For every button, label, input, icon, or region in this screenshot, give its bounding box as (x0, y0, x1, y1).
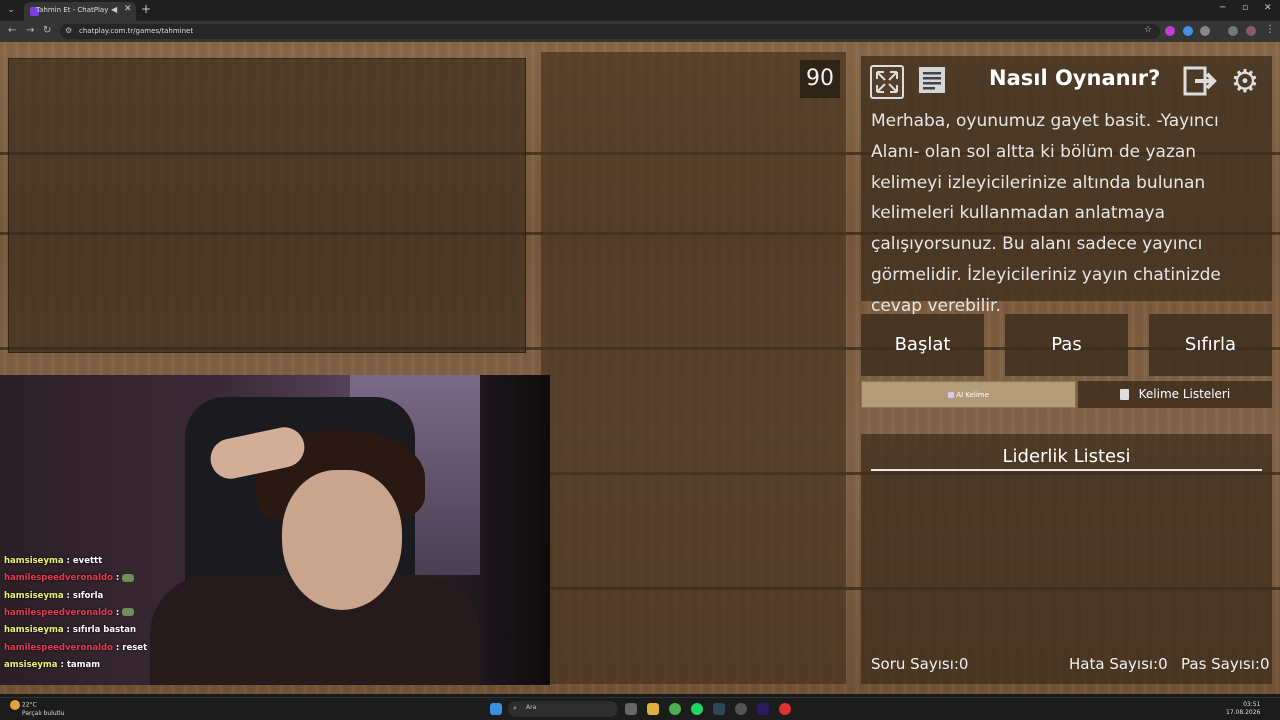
maximize-icon[interactable]: ▫ (1242, 3, 1248, 13)
extension-icon[interactable] (1165, 26, 1175, 36)
howto-text: Merhaba, oyunumuz gayet basit. -Yayıncı … (871, 111, 1221, 316)
tab-title: Tahmin Et - ChatPlay (36, 6, 109, 14)
chat-username: amsiseyma (4, 659, 58, 670)
url-input[interactable]: ⚙ chatplay.com.tr/games/tahminet ☆ (60, 24, 1160, 39)
windows-taskbar: 22°C Parçalı bulutlu ⌕ Ara 03:51 17.08.2… (0, 697, 1280, 720)
leaderboard-divider (871, 469, 1262, 471)
notepad-icon (1119, 389, 1129, 400)
forward-icon[interactable]: → (26, 25, 34, 36)
document-icon[interactable] (915, 65, 949, 99)
task-view-icon[interactable] (625, 703, 637, 715)
chat-text: : tamam (57, 659, 101, 670)
minimize-icon[interactable]: ─ (1220, 3, 1225, 13)
start-menu-icon[interactable] (490, 703, 502, 715)
chrome-icon[interactable] (669, 703, 681, 715)
close-window-icon[interactable]: ✕ (1264, 3, 1272, 13)
browser-tab[interactable]: Tahmin Et - ChatPlay ◀ ✕ (24, 2, 136, 21)
timer: 90 (800, 60, 840, 98)
bookmark-star-icon[interactable]: ☆ (1144, 25, 1152, 35)
browser-tab-bar: ⌄ Tahmin Et - ChatPlay ◀ ✕ + ─ ▫ ✕ (0, 0, 1280, 21)
chat-username: hamsiseyma (4, 556, 64, 566)
browser-menu-icon[interactable]: ⋮ (1265, 24, 1275, 35)
chat-message: hamsiseyma : sıfırla bastan (4, 625, 136, 635)
reload-icon[interactable]: ↻ (43, 25, 51, 36)
chat-message: hamsiseyma : evettt (4, 556, 102, 566)
tab-close-icon[interactable]: ✕ (124, 4, 132, 14)
chat-message: hamilespeedveronaldo : (4, 607, 135, 618)
chat-message: amsiseyma : tamam (4, 660, 100, 670)
clock-date: 17.08.2026 (1226, 709, 1261, 716)
chat-username: hamilespeedveronaldo (4, 642, 113, 653)
file-explorer-icon[interactable] (647, 703, 659, 715)
taskbar-search-input[interactable]: ⌕ Ara (508, 701, 618, 717)
chat-message: hamilespeedveronaldo : reset (4, 643, 147, 653)
ai-icon (948, 392, 955, 398)
reading-list-icon[interactable] (1228, 26, 1238, 36)
howto-title: Nasıl Oynanır? (989, 66, 1161, 90)
webcam-overlay (0, 375, 550, 685)
streamer-word-board (8, 58, 526, 353)
answers-board (541, 52, 846, 684)
question-count: Soru Sayısı:0 (871, 655, 969, 673)
obs-icon[interactable] (735, 703, 747, 715)
ai-word-label: AI Kelime (956, 391, 989, 399)
chat-message: hamilespeedveronaldo : (4, 573, 135, 584)
pass-button[interactable]: Pas (1005, 314, 1128, 376)
weather-temp: 22°C (21, 701, 37, 709)
steam-icon[interactable] (713, 703, 725, 715)
ai-word-button[interactable]: AI Kelime (861, 381, 1076, 408)
chat-text: : reset (112, 642, 148, 653)
chat-username: hamsiseyma (4, 590, 64, 601)
search-icon: ⌕ (513, 704, 517, 712)
profile-avatar[interactable] (1246, 26, 1256, 36)
exit-icon[interactable] (1183, 64, 1217, 98)
search-placeholder: Ara (526, 704, 537, 711)
clock-time: 03:51 (1243, 701, 1261, 708)
leaderboard-title: Liderlik Listesi (1002, 446, 1131, 467)
start-button[interactable]: Başlat (861, 314, 984, 376)
weather-widget[interactable]: 22°C Parçalı bulutlu (10, 700, 64, 718)
chat-text: : (112, 573, 120, 584)
browser-address-bar: ← → ↻ ⚙ chatplay.com.tr/games/tahminet ☆… (0, 21, 1280, 42)
site-info-icon[interactable]: ⚙ (65, 26, 72, 35)
system-clock[interactable]: 03:51 17.08.2026 (1226, 701, 1260, 717)
chat-text: : sıfırla bastan (63, 625, 137, 636)
url-text: chatplay.com.tr/games/tahminet (79, 27, 194, 35)
pass-count: Pas Sayısı:0 (1181, 655, 1270, 673)
weather-desc: Parçalı bulutlu (22, 710, 65, 717)
emote-icon (122, 608, 135, 617)
chat-username: hamsiseyma (4, 625, 64, 636)
expand-icon[interactable] (870, 65, 904, 99)
chat-text: : (112, 607, 120, 618)
emote-icon (122, 573, 135, 582)
streamer-face (282, 470, 402, 610)
chat-message: hamsiseyma : sıforla (4, 591, 103, 601)
reset-button[interactable]: Sıfırla (1149, 314, 1272, 376)
word-lists-button[interactable]: Kelime Listeleri (1078, 381, 1272, 408)
extension-icon[interactable] (1183, 26, 1193, 36)
gear-icon[interactable]: ⚙ (1228, 64, 1262, 98)
chat-username: hamilespeedveronaldo (4, 607, 113, 618)
word-lists-label: Kelime Listeleri (1138, 387, 1231, 401)
premiere-icon[interactable] (757, 703, 769, 715)
chat-text: : sıforla (63, 590, 104, 601)
new-tab-icon[interactable]: + (141, 2, 151, 16)
chat-text: : evettt (63, 556, 103, 566)
spotify-icon[interactable] (691, 703, 703, 715)
leaderboard-panel (861, 434, 1272, 684)
chat-username: hamilespeedveronaldo (4, 573, 113, 584)
back-icon[interactable]: ← (8, 25, 16, 36)
recorder-icon[interactable] (779, 703, 791, 715)
extensions-puzzle-icon[interactable] (1200, 26, 1210, 36)
error-count: Hata Sayısı:0 (1069, 655, 1168, 673)
speaker-icon[interactable]: ◀ (111, 5, 117, 14)
tab-list-chevron-icon[interactable]: ⌄ (4, 3, 18, 17)
